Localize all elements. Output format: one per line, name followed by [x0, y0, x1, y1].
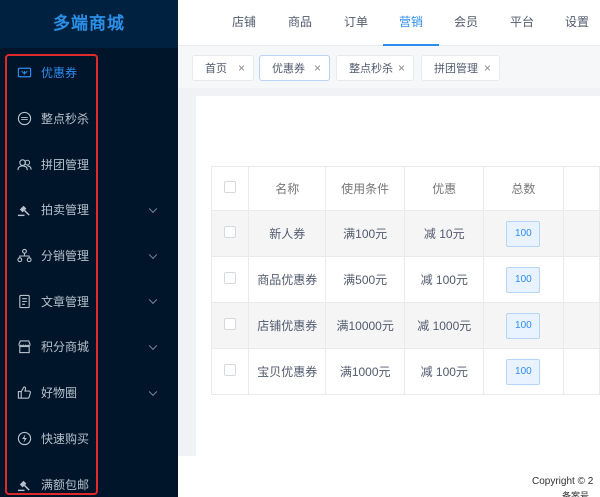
- tag-home[interactable]: 首页 ×: [192, 55, 254, 81]
- copyright-text: Copyright © 2: [532, 476, 594, 487]
- top-navigation: 店铺 商品 订单 营销 会员 平台 设置: [178, 0, 600, 46]
- coupon-name: 商品优惠券: [248, 256, 326, 303]
- coupon-condition: 满100元: [324, 210, 406, 257]
- select-all-cell: [210, 166, 250, 211]
- table-row: 店铺优惠券 满10000元 减 1000元 100: [210, 302, 600, 349]
- coupon-discount: 减 100元: [404, 348, 485, 395]
- topnav-item-shop[interactable]: 店铺: [232, 0, 256, 46]
- content-card: 名称 使用条件 优惠 总数 新人券 满100元 减 10元 100 商品优惠券 …: [196, 96, 600, 456]
- coupon-total-input[interactable]: 100: [506, 220, 541, 247]
- coupon-name: 店铺优惠券: [248, 302, 326, 349]
- tag-coupon[interactable]: 优惠券 ×: [259, 55, 330, 81]
- chevron-down-icon: [148, 250, 158, 259]
- column-header: 名称: [248, 166, 326, 211]
- tab-tags-bar: 首页 × 优惠券 × 整点秒杀 × 拼团管理 ×: [178, 46, 600, 88]
- table-row: 商品优惠券 满500元 减 100元 100: [210, 256, 600, 303]
- chevron-down-icon: [148, 341, 158, 351]
- row-checkbox[interactable]: [224, 272, 237, 284]
- coupon-total-cell: 100: [483, 256, 564, 303]
- app-logo-title: 多端商城: [0, 0, 178, 48]
- chevron-down-icon: [148, 295, 158, 305]
- topnav-item-order[interactable]: 订单: [344, 0, 368, 46]
- close-icon[interactable]: ×: [398, 61, 405, 75]
- table-cell: [562, 210, 600, 257]
- column-header: [562, 166, 600, 211]
- coupon-discount: 减 10元: [404, 210, 485, 257]
- tag-group[interactable]: 拼团管理 ×: [421, 55, 500, 81]
- highlight-box: [5, 54, 98, 495]
- topnav-item-marketing[interactable]: 营销: [383, 0, 440, 46]
- sidebar: 多端商城 优惠券 整点秒杀 拼团管理 拍卖管理 分销管理 文章管理 积分商城 好…: [0, 0, 178, 497]
- topnav-item-product[interactable]: 商品: [288, 0, 312, 46]
- coupon-total-input[interactable]: 100: [506, 266, 541, 293]
- table-cell: [562, 348, 600, 395]
- coupon-discount: 减 1000元: [404, 302, 485, 349]
- close-icon[interactable]: ×: [484, 61, 491, 75]
- table-cell: [562, 302, 600, 349]
- row-select-cell: [210, 348, 250, 395]
- row-checkbox[interactable]: [224, 318, 237, 330]
- table-row: 新人券 满100元 减 10元 100: [210, 210, 600, 257]
- coupon-table: 名称 使用条件 优惠 总数 新人券 满100元 减 10元 100 商品优惠券 …: [210, 166, 600, 395]
- coupon-name: 宝贝优惠券: [248, 348, 326, 395]
- column-header: 优惠: [404, 166, 485, 211]
- beian-text: 备案号: [562, 491, 590, 497]
- row-select-cell: [210, 256, 250, 303]
- tag-label: 优惠券: [272, 63, 305, 75]
- coupon-name: 新人券: [248, 210, 326, 257]
- tag-seckill[interactable]: 整点秒杀 ×: [336, 55, 414, 81]
- tag-label: 首页: [205, 63, 227, 75]
- row-select-cell: [210, 302, 250, 349]
- column-header: 总数: [483, 166, 564, 211]
- topnav-item-settings[interactable]: 设置: [565, 0, 589, 46]
- tag-label: 整点秒杀: [349, 63, 393, 75]
- close-icon[interactable]: ×: [314, 61, 321, 75]
- chevron-down-icon: [148, 387, 158, 396]
- coupon-total-input[interactable]: 100: [506, 312, 541, 339]
- coupon-total-input[interactable]: 100: [506, 358, 541, 385]
- close-icon[interactable]: ×: [238, 61, 245, 75]
- row-checkbox[interactable]: [224, 364, 237, 376]
- coupon-total-cell: 100: [483, 348, 564, 395]
- topnav-item-platform[interactable]: 平台: [510, 0, 534, 46]
- topnav-item-member[interactable]: 会员: [454, 0, 478, 46]
- table-cell: [562, 256, 600, 303]
- coupon-condition: 满10000元: [324, 302, 406, 349]
- coupon-condition: 满1000元: [324, 348, 406, 395]
- coupon-discount: 减 100元: [404, 256, 485, 303]
- row-select-cell: [210, 210, 250, 257]
- coupon-condition: 满500元: [324, 256, 406, 303]
- table-row: 宝贝优惠券 满1000元 减 100元 100: [210, 348, 600, 395]
- tag-label: 拼团管理: [434, 63, 478, 75]
- coupon-total-cell: 100: [483, 210, 564, 257]
- table-header-row: 名称 使用条件 优惠 总数: [210, 166, 600, 211]
- select-all-checkbox[interactable]: [224, 181, 237, 193]
- row-checkbox[interactable]: [224, 226, 237, 238]
- chevron-down-icon: [148, 204, 158, 213]
- column-header: 使用条件: [324, 166, 406, 211]
- coupon-total-cell: 100: [483, 302, 564, 349]
